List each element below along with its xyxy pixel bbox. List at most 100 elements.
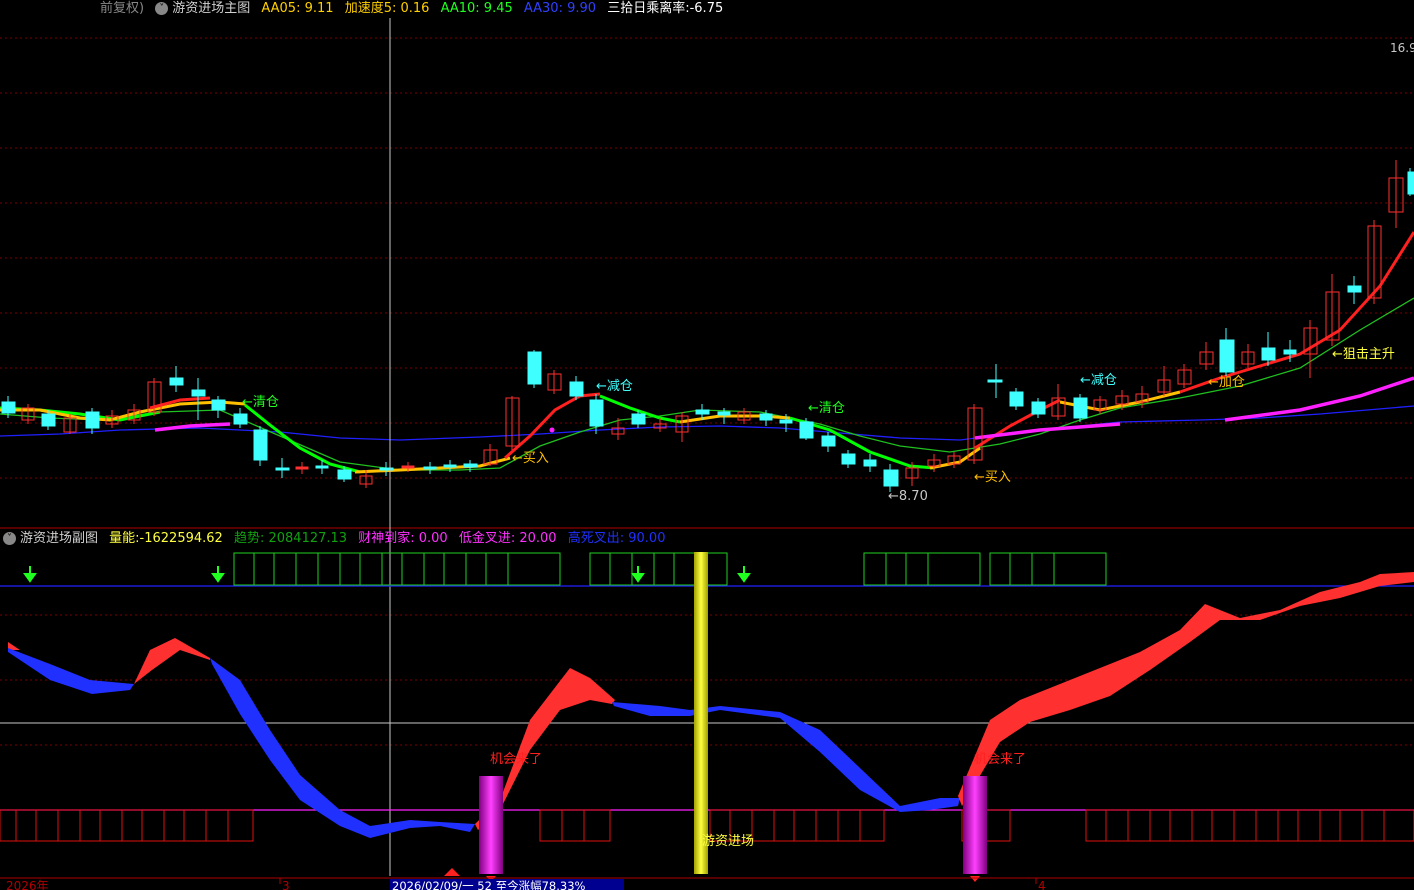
ma-red-3 [974,398,1061,450]
down-arrow-icon [211,566,225,583]
candle [21,404,35,424]
chance-label-2: 机会来了 [974,752,1026,767]
goldcross-value: 20.00 [519,531,557,546]
goldcross-readout: 低金叉进: 20.00 [459,531,557,546]
green-signal-boxes [233,552,1107,586]
candle [547,370,562,394]
bias-label: 三拾日乘离率: [607,1,690,16]
candle [1031,398,1046,418]
bias-value: -6.75 [689,1,724,16]
candle [1093,396,1107,414]
signal-snipe: ←狙击主升 [1332,347,1395,362]
chart-stage[interactable]: 16.9 ←清仓 ←减仓 ←买入 ←清仓 ←8.70 ←减仓 ←加仓 ←买入 ←… [0,0,1414,890]
candle [1388,160,1404,228]
aa10-label: AA10: [440,1,480,16]
aa30-value: 9.90 [567,1,597,16]
main-header: 前复权) ˅ 游资进场主图 AA05: 9.11 加速度5: 0.16 AA10:… [0,0,730,18]
ma-yellow-3 [679,414,791,424]
hot-money-label: 游资进场 [702,834,754,849]
candle [253,426,268,466]
down-arrow-icon [23,566,37,583]
deathcross-value: 90.00 [628,531,666,546]
footer-tick-3: 3 [282,879,290,890]
footer-tick-4: 4 [1038,879,1046,890]
candle [295,462,309,474]
accel-label: 加速度5: [344,1,397,16]
candle [569,376,584,400]
vol-readout: 量能:-1622594.62 [109,531,223,546]
candle [987,364,1003,398]
candle [1177,364,1192,388]
candle [379,462,394,476]
signal-add: ←加仓 [1208,375,1245,390]
aa05-label: AA05: [261,1,301,16]
candle [233,408,248,428]
aa30-label: AA30: [523,1,563,16]
chevron-down-icon[interactable]: ˅ [155,2,169,15]
candle [863,454,877,472]
candle [423,462,437,474]
candle [947,452,961,468]
wealth-label: 财神到家: [358,531,415,546]
candle [821,432,836,452]
sub-indicator-title[interactable]: 游资进场副图 [20,531,98,546]
candle [1199,342,1214,370]
signal-reduce-2: ←减仓 [1080,373,1117,388]
signal-reduce-1: ←减仓 [596,379,633,394]
low-price-label: ←8.70 [888,489,928,504]
candle [927,454,941,472]
ma-dot [549,427,555,433]
aa05-readout: AA05: 9.11 [261,1,333,16]
footer-year: 2026年 [6,879,49,890]
magenta-pillar-1 [479,776,503,874]
aa10-value: 9.45 [483,1,513,16]
deathcross-label: 高死叉出: [567,531,625,546]
signal-clear-1: ←清仓 [242,395,279,410]
bias-readout: 三拾日乘离率:-6.75 [607,1,723,16]
magenta-pillar-2 [963,776,987,874]
candle [505,396,520,450]
aa05-value: 9.11 [304,1,334,16]
trend-ribbon [8,572,1414,838]
wealth-readout: 财神到家: 0.00 [358,531,447,546]
candle [1073,394,1088,422]
chevron-down-icon[interactable]: ˅ [3,532,16,545]
price-label: 16.9 [1390,41,1414,55]
ma-magenta-2 [974,422,1121,440]
candle [1157,366,1171,396]
signal-buy-2: ←买入 [974,470,1011,485]
yellow-pillar [694,552,708,874]
down-arrow-icon [631,566,645,583]
candle [527,350,542,388]
sub-header: ˅ 游资进场副图 量能:-1622594.62 趋势: 2084127.13 财神… [0,530,672,548]
up-arrow-icon [444,868,460,876]
candle [1407,168,1414,196]
trend-value: 2084127.13 [268,531,348,546]
main-indicator-title[interactable]: 游资进场主图 [172,1,250,16]
wealth-value: 0.00 [418,531,448,546]
adjust-mode-label[interactable]: 前复权) [100,1,144,16]
trend-label: 趋势: [233,531,265,546]
green-down-arrows [23,566,751,583]
candle [169,366,184,392]
candle [1367,220,1382,304]
candle [275,458,290,478]
down-arrow-icon [737,566,751,583]
candle [883,464,899,492]
candles [1,160,1414,492]
aa10-readout: AA10: 9.45 [441,1,513,16]
deathcross-readout: 高死叉出: 90.00 [568,531,666,546]
chance-label-1: 机会来了 [490,752,542,767]
candle [85,408,100,434]
vol-label: 量能: [109,531,140,546]
down-arrow-icon [970,876,980,882]
candle [1241,344,1255,368]
vol-value: -1622594.62 [139,531,223,546]
candle [1009,388,1024,410]
candle [1347,276,1362,304]
trend-readout: 趋势: 2084127.13 [234,531,347,546]
signal-clear-2: ←清仓 [808,401,845,416]
aa30-readout: AA30: 9.90 [524,1,596,16]
candle [1219,328,1235,376]
candle [1325,274,1340,346]
